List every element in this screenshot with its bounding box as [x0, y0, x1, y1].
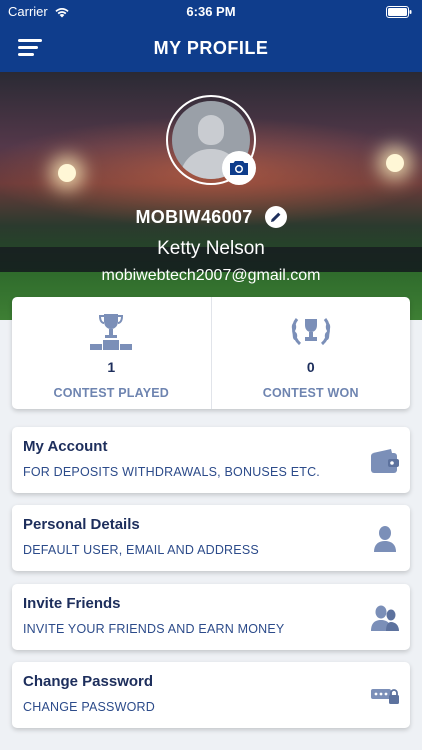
podium-trophy-icon	[12, 311, 211, 351]
stadium-light	[386, 154, 404, 172]
personal-details-title: Personal Details	[23, 516, 140, 533]
password-lock-icon	[370, 682, 400, 710]
invite-friends-title: Invite Friends	[23, 595, 121, 612]
status-bar: Carrier 6:36 PM	[0, 0, 422, 24]
change-photo-camera-icon[interactable]	[222, 151, 256, 185]
personal-details-subtitle: DEFAULT USER, EMAIL AND ADDRESS	[23, 543, 259, 557]
wallet-icon	[370, 447, 400, 475]
stadium-light	[58, 164, 76, 182]
invite-friends-card[interactable]: Invite Friends INVITE YOUR FRIENDS AND E…	[12, 584, 410, 650]
user-icon	[370, 525, 400, 553]
personal-details-card[interactable]: Personal Details DEFAULT USER, EMAIL AND…	[12, 505, 410, 571]
change-password-title: Change Password	[23, 673, 154, 690]
contest-stats-card: 1 CONTEST PLAYED 0 CONTEST WON	[12, 297, 410, 409]
contest-played-label: CONTEST PLAYED	[53, 386, 170, 400]
stat-contest-won: 0 CONTEST WON	[210, 297, 411, 409]
contest-won-label: CONTEST WON	[262, 386, 359, 400]
edit-pencil-icon[interactable]	[264, 206, 287, 228]
email-address: mobiwebtech2007@gmail.com	[101, 267, 321, 284]
invite-friends-subtitle: INVITE YOUR FRIENDS AND EARN MONEY	[23, 622, 285, 636]
my-account-card[interactable]: My Account FOR DEPOSITS WITHDRAWALS, BON…	[12, 427, 410, 493]
users-icon	[370, 604, 400, 632]
contest-played-count: 1	[107, 359, 116, 375]
my-account-title: My Account	[23, 438, 108, 455]
username-row: MOBIW46007	[0, 206, 422, 228]
laurel-trophy-icon	[212, 311, 411, 351]
change-password-subtitle: CHANGE PASSWORD	[23, 700, 155, 714]
page-title: MY PROFILE	[153, 38, 269, 58]
my-account-subtitle: FOR DEPOSITS WITHDRAWALS, BONUSES ETC.	[23, 465, 320, 479]
contest-won-count: 0	[306, 359, 315, 375]
battery-icon	[386, 6, 412, 18]
change-password-card[interactable]: Change Password CHANGE PASSWORD	[12, 662, 410, 728]
nav-bar: MY PROFILE	[0, 24, 422, 72]
full-name: Ketty Nelson	[157, 238, 265, 259]
stat-contest-played: 1 CONTEST PLAYED	[12, 297, 211, 409]
clock: 6:36 PM	[186, 4, 236, 19]
username: MOBIW46007	[135, 206, 253, 227]
